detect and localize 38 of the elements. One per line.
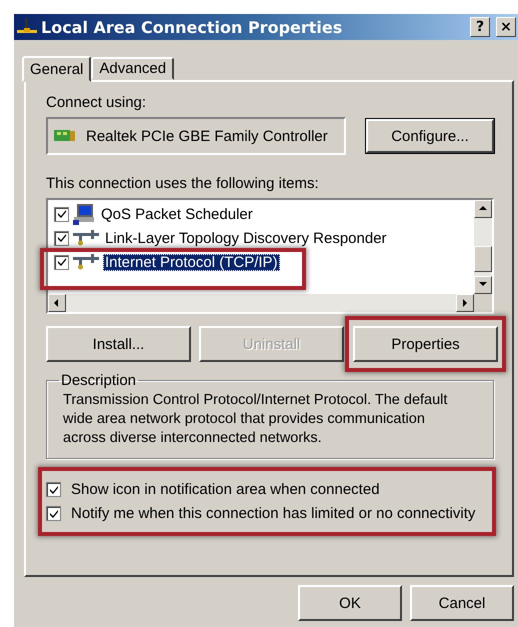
configure-button[interactable]: Configure... — [366, 119, 494, 153]
checkmark-icon — [48, 484, 58, 494]
checkbox[interactable] — [54, 206, 69, 222]
checkmark-icon — [56, 233, 66, 243]
list-item[interactable]: Link-Layer Topology Discovery Responder — [103, 230, 389, 246]
description-title: Description — [60, 372, 138, 389]
list-item[interactable]: QoS Packet Scheduler — [99, 206, 255, 222]
cancel-button[interactable]: Cancel — [410, 585, 514, 621]
tab[interactable]: General — [22, 56, 92, 82]
item-action-button[interactable]: Install... — [46, 326, 191, 362]
checkbox[interactable] — [54, 254, 69, 270]
option-label: Notify me when this connection has limited or no connectivity — [71, 505, 476, 522]
checkbox[interactable] — [54, 230, 69, 246]
checkmark-icon — [56, 257, 66, 267]
protocol-icon — [73, 254, 99, 270]
checkbox[interactable] — [46, 482, 61, 497]
horizontal-scrollbar[interactable] — [48, 294, 474, 312]
vertical-scrollbar[interactable] — [474, 200, 492, 294]
computer-icon — [73, 203, 95, 225]
checkmark-icon — [48, 508, 58, 518]
list-item[interactable]: Internet Protocol (TCP/IP) — [103, 254, 280, 270]
option-label: Show icon in notification area when connected — [71, 481, 380, 498]
network-icon — [17, 18, 37, 36]
item-action-button[interactable]: Properties — [353, 326, 498, 362]
checkbox[interactable] — [46, 506, 61, 521]
tab[interactable]: Advanced — [91, 57, 174, 80]
checkmark-icon — [56, 209, 66, 219]
description-text: Transmission Control Protocol/Internet Protocol. The default wide area network protocol that provides communication across diverse interconnected networks. — [63, 391, 448, 448]
adapter-name: Realtek PCIe GBE Family Controller — [86, 128, 328, 144]
help-button[interactable]: ? — [470, 17, 490, 37]
protocol-icon — [73, 230, 99, 246]
network-card-icon — [54, 128, 76, 144]
items-label: This connection uses the following items: — [46, 175, 320, 192]
close-button[interactable]: × — [496, 17, 516, 37]
connect-using-label: Connect using: — [46, 94, 148, 111]
ok-button[interactable]: OK — [298, 585, 402, 621]
window-title: Local Area Connection Properties — [41, 18, 344, 36]
scrollbar-corner — [474, 294, 492, 312]
